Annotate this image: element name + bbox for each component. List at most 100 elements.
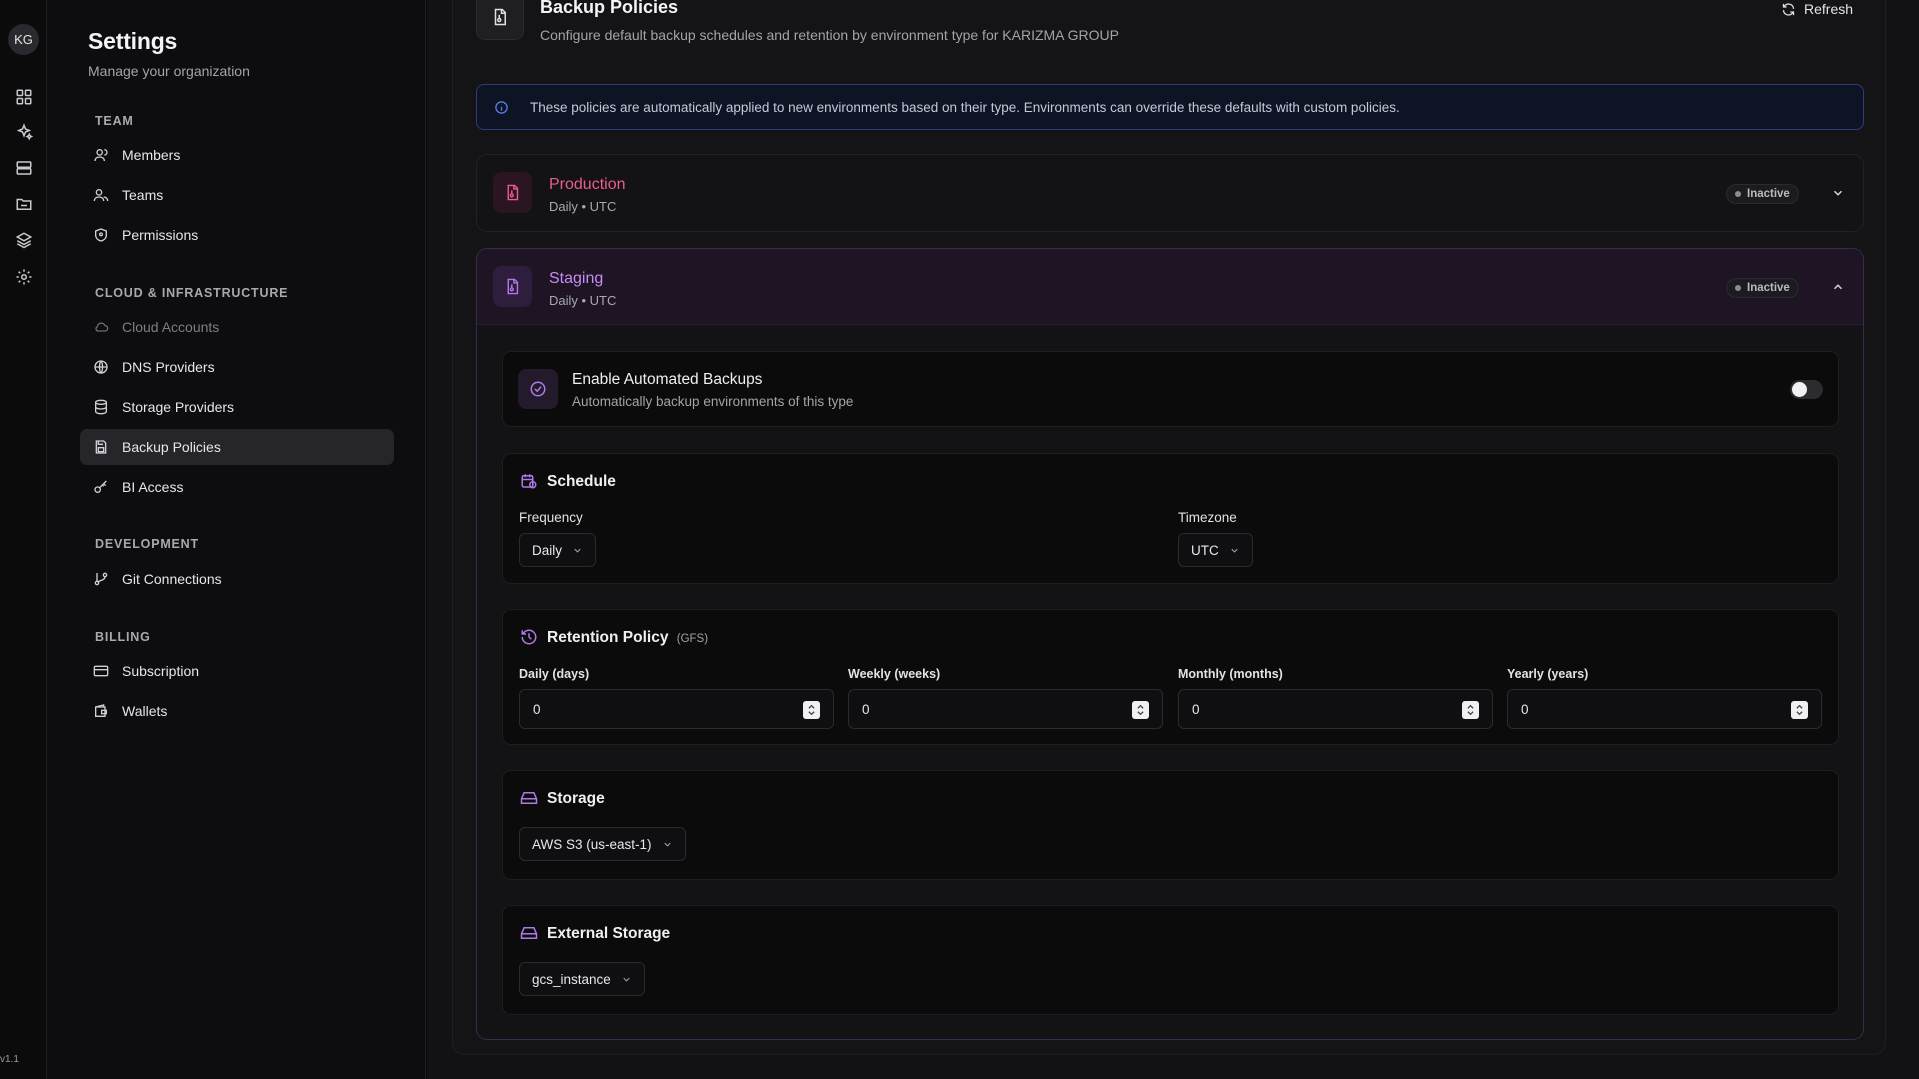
user-icon — [92, 147, 109, 164]
dashboard-icon[interactable] — [13, 86, 34, 107]
sidebar-item-cloud-accounts[interactable]: Cloud Accounts — [80, 309, 394, 345]
sidebar-item-storage-providers[interactable]: Storage Providers — [80, 389, 394, 425]
gear-icon[interactable] — [13, 266, 34, 287]
sidebar-item-label: Wallets — [122, 703, 168, 719]
environment-name: Production — [549, 176, 626, 193]
weekly-label: Weekly (weeks) — [848, 667, 941, 681]
yearly-label: Yearly (years) — [1507, 667, 1589, 681]
daily-label: Daily (days) — [519, 667, 590, 681]
layers-icon[interactable] — [13, 229, 34, 250]
storage-select[interactable]: AWS S3 (us-east-1) — [519, 827, 686, 861]
calendar-clock-icon — [519, 471, 538, 490]
sidebar-item-wallets[interactable]: Wallets — [80, 693, 394, 729]
external-storage-select[interactable]: gcs_instance — [519, 962, 645, 996]
timezone-select[interactable]: UTC — [1178, 533, 1253, 567]
storage-title: Storage — [547, 790, 605, 807]
history-icon — [519, 627, 538, 646]
environment-meta: Daily • UTC — [549, 199, 617, 214]
icon-rail: KG v1.1 — [0, 0, 47, 1079]
refresh-button[interactable]: Refresh — [1781, 0, 1853, 19]
shield-icon — [92, 227, 109, 244]
sparkles-icon[interactable] — [13, 121, 34, 142]
stepper-icon[interactable] — [1462, 701, 1479, 719]
settings-sidebar: Settings Manage your organization TEAM M… — [47, 0, 426, 1079]
monthly-input[interactable]: 0 — [1178, 689, 1493, 729]
sidebar-item-git-connections[interactable]: Git Connections — [80, 561, 394, 597]
sidebar-item-label: DNS Providers — [122, 359, 215, 375]
sidebar-subtitle: Manage your organization — [88, 63, 250, 79]
environment-meta: Daily • UTC — [549, 293, 617, 308]
sidebar-title: Settings — [88, 28, 178, 54]
backup-file-icon — [476, 0, 524, 40]
monthly-label: Monthly (months) — [1178, 667, 1283, 681]
info-banner-text: These policies are automatically applied… — [530, 99, 1400, 115]
weekly-input[interactable]: 0 — [848, 689, 1163, 729]
external-storage-card: External Storage gcs_instance — [502, 905, 1839, 1015]
save-icon — [92, 439, 109, 456]
main-content: Backup Policies Configure default backup… — [427, 0, 1919, 1079]
timezone-label: Timezone — [1178, 510, 1237, 525]
chevron-up-icon[interactable] — [1829, 278, 1847, 296]
info-icon — [493, 99, 509, 115]
section-development: DEVELOPMENT — [95, 537, 199, 551]
environment-staging-header[interactable]: Staging Daily • UTC Inactive — [477, 249, 1863, 325]
section-billing: BILLING — [95, 630, 151, 644]
page-subtitle: Configure default backup schedules and r… — [540, 27, 1119, 43]
chevron-down-icon — [572, 545, 583, 556]
sidebar-item-bi-access[interactable]: BI Access — [80, 469, 394, 505]
status-badge: Inactive — [1726, 184, 1799, 204]
refresh-icon — [1781, 2, 1796, 17]
users-icon — [92, 187, 109, 204]
chevron-down-icon — [662, 839, 673, 850]
automated-backups-title: Enable Automated Backups — [572, 371, 763, 388]
info-banner: These policies are automatically applied… — [476, 84, 1864, 130]
sidebar-item-label: Subscription — [122, 663, 200, 679]
daily-input[interactable]: 0 — [519, 689, 834, 729]
sidebar-item-label: Git Connections — [122, 571, 222, 587]
check-circle-icon — [518, 369, 558, 409]
server-icon[interactable] — [13, 157, 34, 178]
section-cloud: CLOUD & INFRASTRUCTURE — [95, 286, 289, 300]
version-label: v1.1 — [0, 1054, 19, 1065]
automated-backups-subtitle: Automatically backup environments of thi… — [572, 394, 854, 409]
sidebar-item-label: Storage Providers — [122, 399, 235, 415]
chevron-down-icon[interactable] — [1829, 184, 1847, 202]
cloud-icon — [92, 319, 109, 336]
sidebar-item-backup-policies[interactable]: Backup Policies — [80, 429, 394, 465]
sidebar-item-label: Backup Policies — [122, 439, 221, 455]
external-storage-title: External Storage — [547, 925, 671, 942]
stepper-icon[interactable] — [1132, 701, 1149, 719]
sidebar-item-dns-providers[interactable]: DNS Providers — [80, 349, 394, 385]
status-badge: Inactive — [1726, 278, 1799, 298]
section-team: TEAM — [95, 114, 134, 128]
gfs-tag: (GFS) — [676, 633, 709, 645]
automated-backups-card: Enable Automated Backups Automatically b… — [502, 351, 1839, 427]
retention-policy-card: Retention Policy (GFS) Daily (days) 0 We… — [502, 609, 1839, 745]
automated-backups-toggle[interactable] — [1790, 380, 1823, 399]
backup-file-icon — [493, 172, 532, 213]
yearly-input[interactable]: 0 — [1507, 689, 1822, 729]
stepper-icon[interactable] — [1791, 701, 1808, 719]
key-icon — [92, 479, 109, 496]
environment-staging: Staging Daily • UTC Inactive Enable Auto… — [476, 248, 1864, 1040]
wallet-icon — [92, 703, 109, 720]
sidebar-item-permissions[interactable]: Permissions — [80, 217, 394, 253]
environment-production[interactable]: Production Daily • UTC Inactive — [476, 154, 1864, 232]
storage-card: Storage AWS S3 (us-east-1) — [502, 770, 1839, 880]
avatar[interactable]: KG — [8, 24, 39, 55]
sidebar-item-subscription[interactable]: Subscription — [80, 653, 394, 689]
sidebar-item-teams[interactable]: Teams — [80, 177, 394, 213]
sidebar-item-label: BI Access — [122, 479, 184, 495]
frequency-select[interactable]: Daily — [519, 533, 597, 567]
sidebar-item-label: Permissions — [122, 227, 199, 243]
stepper-icon[interactable] — [803, 701, 820, 719]
git-branch-icon — [92, 571, 109, 588]
sidebar-item-members[interactable]: Members — [80, 137, 394, 173]
hard-drive-icon — [519, 788, 538, 807]
folder-icon[interactable] — [13, 193, 34, 214]
sidebar-item-label: Teams — [122, 187, 164, 203]
schedule-title: Schedule — [547, 473, 616, 490]
page-title: Backup Policies — [540, 0, 679, 17]
refresh-label: Refresh — [1804, 1, 1854, 17]
globe-icon — [92, 359, 109, 376]
